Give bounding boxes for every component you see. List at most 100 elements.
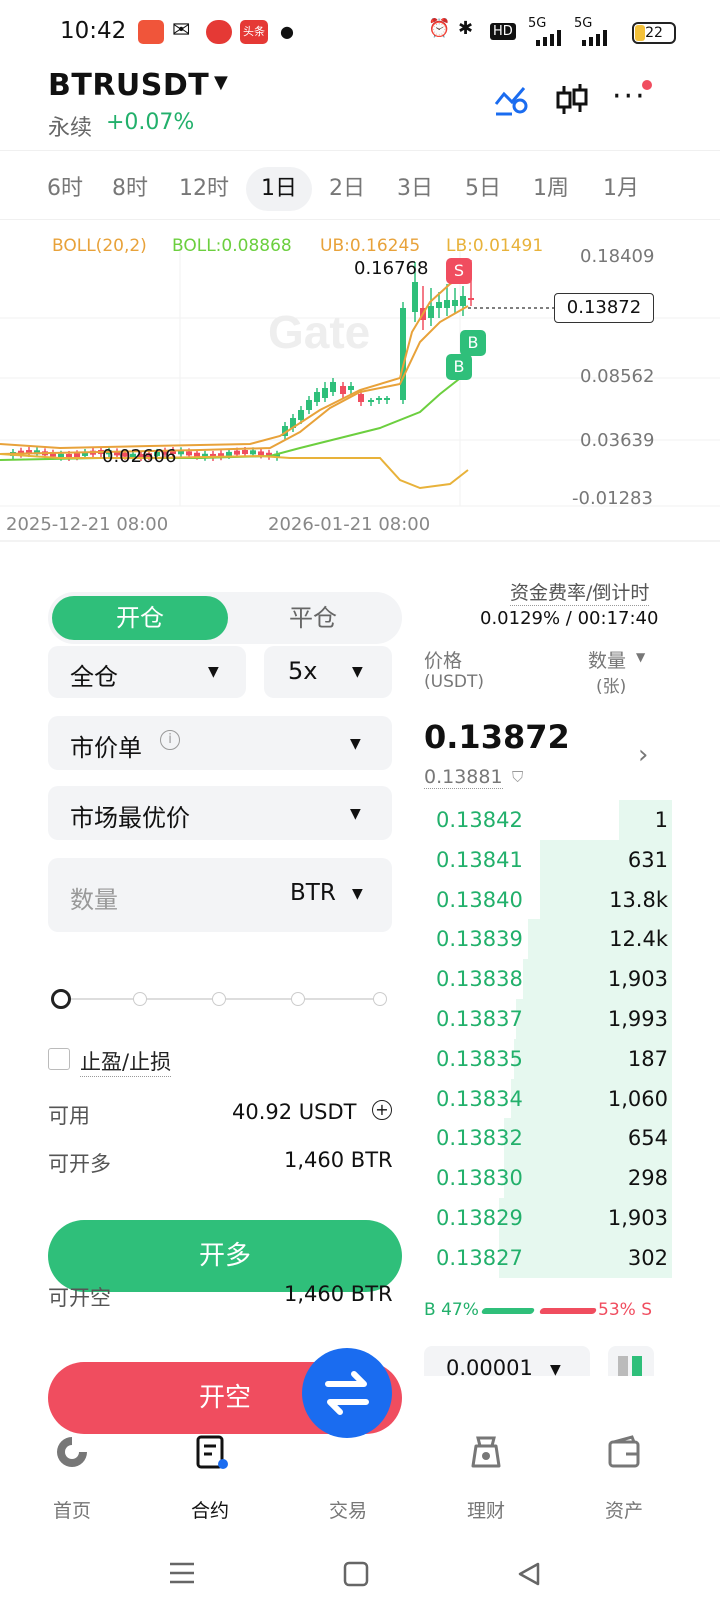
bluetooth-icon: ✱ [458, 18, 474, 39]
status-time: 10:42 [60, 18, 127, 44]
orderbook-qty: 302 [627, 1245, 668, 1270]
margin-mode-value: 全仓 [70, 663, 118, 691]
orderbook-qty-header[interactable]: 数量 [588, 646, 626, 673]
current-price-tag: 0.13872 [554, 293, 654, 323]
candle [298, 410, 304, 420]
orderbook-row[interactable]: 0.13827 302 [432, 1237, 672, 1278]
slider-step-100[interactable] [373, 992, 387, 1006]
orderbook-row[interactable]: 0.13838 1,903 [432, 959, 672, 1000]
order-type-select[interactable]: 市价单 i ▼ [48, 716, 392, 770]
orderbook-row[interactable]: 0.13841 631 [432, 839, 672, 880]
precision-select[interactable]: 0.00001 ▼ [424, 1346, 590, 1376]
pair-dropdown-caret-icon[interactable]: ▼ [214, 72, 228, 93]
candle [436, 302, 442, 308]
orderbook-row[interactable]: 0.13837 1,993 [432, 999, 672, 1039]
trade-swap-button[interactable] [302, 1348, 392, 1438]
tab-1w[interactable]: 1周 [526, 167, 576, 211]
system-nav-bar [0, 1534, 720, 1612]
tab-2d[interactable]: 2日 [322, 167, 372, 211]
can-long-value: 1,460 BTR [284, 1148, 393, 1172]
info-icon[interactable]: i [160, 730, 180, 750]
orderbook-qty: 1,903 [607, 1206, 668, 1230]
tab-open-position[interactable]: 开仓 [52, 596, 228, 640]
orderbook-price: 0.13839 [436, 927, 523, 952]
orderbook-qty: 12.4k [609, 927, 668, 952]
can-short-value: 1,460 BTR [284, 1282, 393, 1306]
tab-1m[interactable]: 1月 [596, 167, 646, 211]
precision-value: 0.00001 [446, 1356, 533, 1376]
orderbook-qty: 654 [627, 1126, 668, 1151]
mark-price[interactable]: 0.13881 [424, 766, 503, 789]
candlestick-icon[interactable] [552, 80, 592, 120]
orderbook-price: 0.13840 [436, 887, 523, 912]
wechat-icon: ✉ [172, 18, 191, 43]
chevron-down-icon[interactable]: ▼ [636, 650, 645, 664]
tab-5d[interactable]: 5日 [458, 167, 508, 211]
buy-marker-2[interactable]: B [446, 354, 472, 380]
margin-mode-select[interactable]: 全仓 ▼ [48, 646, 246, 698]
tab-1d[interactable]: 1日 [246, 167, 312, 211]
quantity-input[interactable]: 数量 BTR ▼ [48, 858, 392, 932]
tp-sl-label[interactable]: 止盈/止损 [80, 1046, 172, 1077]
candle [340, 386, 346, 394]
sell-marker[interactable]: S [446, 258, 472, 284]
finance-icon [471, 1436, 501, 1468]
can-long-label: 可开多 [48, 1152, 111, 1176]
price-mode-select[interactable]: 市场最优价 ▼ [48, 786, 392, 840]
chart-settings-icon[interactable] [492, 80, 532, 120]
slider-step-50[interactable] [212, 992, 226, 1006]
tp-sl-checkbox[interactable] [48, 1048, 70, 1070]
orderbook-row[interactable]: 0.13830 298 [432, 1158, 672, 1199]
shield-icon: ⛉ [512, 768, 524, 786]
slider-step-75[interactable] [291, 992, 305, 1006]
orderbook-row[interactable]: 0.13829 1,903 [432, 1198, 672, 1238]
chevron-down-icon: ▼ [352, 664, 363, 680]
orderbook-row[interactable]: 0.13840 13.8k [432, 879, 672, 920]
chevron-right-icon[interactable]: › [638, 740, 648, 770]
nav-trade-label: 交易 [328, 1500, 367, 1522]
last-price[interactable]: 0.13872 [424, 718, 570, 756]
funding-rate-label[interactable]: 资金费率/倒计时 [510, 578, 650, 606]
alarm-icon: ⏰ [428, 18, 451, 39]
chevron-down-icon: ▼ [350, 736, 361, 752]
buy-ratio: B 47% [424, 1300, 479, 1320]
quantity-slider-handle[interactable] [51, 989, 71, 1009]
boll-mid-line [0, 305, 469, 455]
layout-icon-green [632, 1356, 642, 1376]
nav-futures-label: 合约 [190, 1500, 229, 1522]
chevron-down-icon: ▼ [550, 1362, 561, 1376]
tab-6h[interactable]: 6时 [40, 167, 90, 211]
tab-close-position[interactable]: 平仓 [228, 596, 398, 640]
add-funds-icon[interactable]: + [372, 1100, 392, 1120]
candle [242, 450, 248, 455]
orderbook-qty: 298 [627, 1166, 668, 1191]
leverage-select[interactable]: 5x ▼ [264, 646, 392, 698]
candle [226, 451, 232, 456]
buy-marker[interactable]: B [460, 330, 486, 356]
signal-icon [534, 30, 566, 46]
candle [258, 451, 264, 456]
slider-step-25[interactable] [133, 992, 147, 1006]
layout-icon [618, 1356, 628, 1376]
y-tick: -0.01283 [572, 488, 653, 509]
orderbook-row[interactable]: 0.13842 1 [432, 800, 672, 840]
tab-12h[interactable]: 12时 [172, 167, 236, 211]
orderbook-row[interactable]: 0.13835 187 [432, 1038, 672, 1079]
orderbook-row[interactable]: 0.13834 1,060 [432, 1078, 672, 1119]
orderbook-row[interactable]: 0.13839 12.4k [432, 919, 672, 960]
quantity-unit[interactable]: BTR [290, 880, 336, 906]
funding-rate-value: 0.0129% / 00:17:40 [480, 608, 659, 629]
available-label: 可用 [48, 1104, 90, 1128]
signal-5g-label-2: 5G [574, 16, 593, 31]
orderbook-row[interactable]: 0.13832 654 [432, 1118, 672, 1159]
orderbook-price: 0.13830 [436, 1166, 523, 1191]
tab-8h[interactable]: 8时 [104, 167, 156, 211]
y-tick: 0.18409 [580, 246, 655, 267]
leverage-value: 5x [288, 657, 318, 685]
orderbook-layout-button[interactable] [608, 1346, 654, 1376]
nav-home-label: 首页 [52, 1500, 91, 1522]
tab-3d[interactable]: 3日 [390, 167, 440, 211]
pair-title[interactable]: BTRUSDT [48, 68, 209, 103]
can-short-label: 可开空 [48, 1286, 111, 1310]
candle [400, 308, 406, 400]
